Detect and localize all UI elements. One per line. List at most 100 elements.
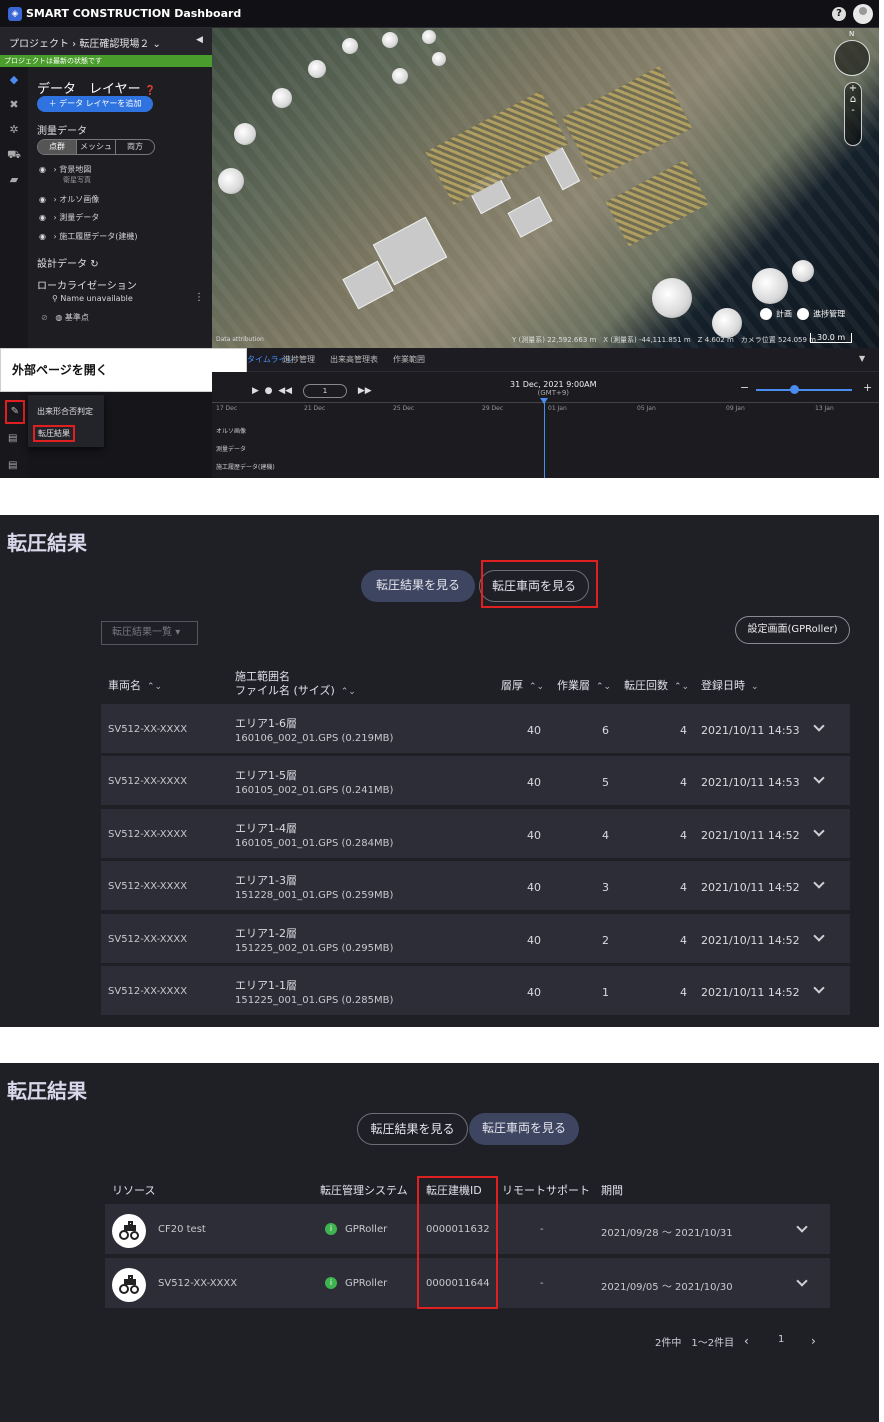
- add-layer-button[interactable]: ＋ データ レイヤーを追加: [37, 96, 153, 112]
- period-value: 2021/09/05 ～ 2021/10/30: [601, 1282, 733, 1293]
- eye-icon[interactable]: ◉: [39, 165, 51, 174]
- info-icon[interactable]: i: [325, 1223, 337, 1235]
- gproller-settings-button[interactable]: 設定画面(GPRoller): [735, 616, 850, 644]
- eye-icon[interactable]: ◉: [39, 213, 51, 222]
- menu-item-asbuilt-judgment[interactable]: 出来形合否判定: [37, 406, 93, 417]
- header-vehicle[interactable]: 車両名 ⌃⌄: [108, 677, 162, 693]
- tools-icon[interactable]: ✖: [7, 98, 21, 112]
- satellite-map[interactable]: N + ⌂ - 計画 進捗管理 Data attribution Y (測量系)…: [212, 28, 879, 348]
- expand-chevron-icon[interactable]: [796, 1275, 808, 1287]
- table-row[interactable]: SV512-XX-XXXX エリア1-6層 160106_002_01.GPS (0…: [101, 704, 850, 755]
- prev-page-icon[interactable]: ‹: [744, 1334, 749, 1348]
- hidden-eye-icon[interactable]: ⊘: [41, 313, 48, 322]
- view-results-button[interactable]: 転圧結果を見る: [357, 1113, 468, 1145]
- eye-icon[interactable]: ◉: [39, 232, 51, 241]
- sort-desc-icon[interactable]: ⌄: [751, 682, 759, 692]
- user-avatar[interactable]: [853, 4, 873, 24]
- table-row[interactable]: SV512-XX-XXXX エリア1-2層 151225_002_01.GPS (0…: [101, 913, 850, 965]
- current-time-marker[interactable]: [540, 398, 548, 478]
- external-link-icon[interactable]: ✎: [5, 400, 25, 424]
- rewind-icon[interactable]: ◀◀: [278, 386, 292, 396]
- sort-icon[interactable]: ⌃⌄: [596, 682, 611, 692]
- table-row[interactable]: SV512-XX-XXXX エリア1-1層 151225_001_01.GPS (0…: [101, 966, 850, 1017]
- expand-chevron-icon[interactable]: [813, 929, 825, 942]
- speed-icon[interactable]: ●: [265, 386, 273, 396]
- zoom-out-icon[interactable]: -: [845, 105, 861, 116]
- vehicle-name: SV512-XX-XXXX: [108, 828, 188, 840]
- tab-volume-table[interactable]: 出来高管理表: [330, 354, 378, 365]
- sort-icon[interactable]: ⌃⌄: [529, 682, 544, 692]
- machine-icon[interactable]: ⛟: [7, 148, 21, 162]
- timeline-tick: 13 Jan: [815, 405, 834, 412]
- project-breadcrumb[interactable]: プロジェクト › 転圧確認現場２ ⌄: [9, 35, 161, 50]
- thickness-value: 40: [527, 933, 541, 947]
- seg-pointcloud[interactable]: 点群: [38, 140, 77, 154]
- document-icon[interactable]: ▤: [8, 433, 17, 444]
- tab-work-area[interactable]: 作業範囲: [393, 354, 425, 365]
- seg-mesh[interactable]: メッシュ: [77, 140, 116, 154]
- settings-icon[interactable]: ✲: [7, 123, 21, 137]
- zoom-out-icon[interactable]: −: [740, 381, 749, 394]
- home-icon[interactable]: ⌂: [845, 94, 861, 105]
- sort-icon[interactable]: ⌃⌄: [674, 682, 689, 692]
- layer-item-ortho[interactable]: ◉ › オルソ画像: [39, 194, 99, 205]
- forward-icon[interactable]: ▶▶: [358, 386, 372, 396]
- layer-item-survey[interactable]: ◉ › 測量データ: [39, 212, 99, 223]
- compass-icon[interactable]: [834, 40, 870, 76]
- eye-icon[interactable]: ◉: [39, 195, 51, 204]
- file-name: 151225_001_01.GPS (0.285MB): [235, 995, 394, 1006]
- header-work-layer[interactable]: 作業層 ⌃⌄: [557, 677, 611, 693]
- step-input[interactable]: 1: [302, 384, 347, 398]
- zoom-in-icon[interactable]: +: [863, 381, 872, 394]
- table-row[interactable]: SV512-XX-XXXX エリア1-5層 160105_002_01.GPS (0…: [101, 756, 850, 808]
- help-icon[interactable]: ?: [832, 7, 846, 21]
- layer-item-asbuilt[interactable]: ◉ › 施工履歴データ(建機): [39, 231, 138, 242]
- sort-icon[interactable]: ⌃⌄: [341, 687, 356, 697]
- header-thickness[interactable]: 層厚 ⌃⌄: [501, 677, 544, 693]
- tab-progress[interactable]: 進捗管理: [283, 354, 315, 365]
- more-options-icon[interactable]: ⋮: [194, 292, 204, 303]
- sort-icon[interactable]: ⌃⌄: [147, 682, 162, 692]
- expand-chevron-icon[interactable]: [813, 982, 825, 994]
- history-icon[interactable]: ↻: [90, 259, 98, 270]
- vehicle-name: SV512-XX-XXXX: [158, 1278, 238, 1289]
- project-selector[interactable]: プロジェクト › 転圧確認現場２ ⌄ ◀: [0, 28, 212, 55]
- coordinate-readout: Y (測量系) 22,592.663 m X (測量系) -44,111.851…: [512, 336, 816, 344]
- expand-chevron-icon[interactable]: [813, 825, 825, 837]
- info-icon[interactable]: i: [325, 1277, 337, 1289]
- remote-support-value: -: [540, 1278, 544, 1289]
- header-area-file[interactable]: 施工範囲名 ファイル名 (サイズ) ⌃⌄: [235, 670, 356, 699]
- chevron-down-icon[interactable]: ▼: [859, 354, 865, 363]
- expand-chevron-icon[interactable]: [813, 772, 825, 785]
- folder-icon[interactable]: ▰: [7, 173, 21, 187]
- slider-handle[interactable]: [790, 385, 799, 394]
- expand-chevron-icon[interactable]: [796, 1221, 808, 1233]
- timeline-zoom-slider[interactable]: [756, 389, 852, 391]
- registered-date: 2021/10/11 14:53: [701, 776, 800, 790]
- reference-point-row[interactable]: ⊘ ◍ 基準点: [41, 312, 89, 323]
- play-icon[interactable]: ▶: [252, 386, 259, 396]
- zoom-in-icon[interactable]: +: [845, 83, 861, 94]
- layer-item-basemap[interactable]: ◉ › 背景地図 衛星写真: [39, 164, 91, 185]
- header-registered[interactable]: 登録日時 ⌄: [701, 677, 759, 693]
- expand-chevron-icon[interactable]: [813, 720, 825, 732]
- collapse-arrow-icon[interactable]: ◀: [196, 35, 203, 45]
- menu-item-compaction-results[interactable]: 転圧結果: [33, 425, 75, 442]
- plan-toggle[interactable]: [760, 308, 772, 320]
- view-results-button[interactable]: 転圧結果を見る: [361, 570, 475, 602]
- header-passes[interactable]: 転圧回数 ⌃⌄: [624, 677, 689, 693]
- expand-chevron-icon[interactable]: [813, 877, 825, 889]
- current-page[interactable]: 1: [778, 1334, 784, 1345]
- results-list-dropdown[interactable]: 転圧結果一覧 ▾: [101, 621, 198, 645]
- document-icon[interactable]: ▤: [8, 460, 17, 471]
- map-feature: [712, 308, 742, 338]
- layers-icon[interactable]: ◆: [7, 73, 21, 87]
- seg-both[interactable]: 両方: [116, 140, 154, 154]
- table-row[interactable]: SV512-XX-XXXX エリア1-3層 151228_001_01.GPS (0…: [101, 861, 850, 913]
- next-page-icon[interactable]: ›: [811, 1334, 816, 1348]
- view-vehicles-button[interactable]: 転圧車両を見る: [469, 1113, 579, 1145]
- info-icon[interactable]: ❓: [145, 86, 156, 96]
- map-attribution[interactable]: Data attribution: [216, 336, 264, 343]
- table-row[interactable]: SV512-XX-XXXX エリア1-4層 160105_001_01.GPS (0…: [101, 808, 850, 860]
- progress-toggle[interactable]: [797, 308, 810, 320]
